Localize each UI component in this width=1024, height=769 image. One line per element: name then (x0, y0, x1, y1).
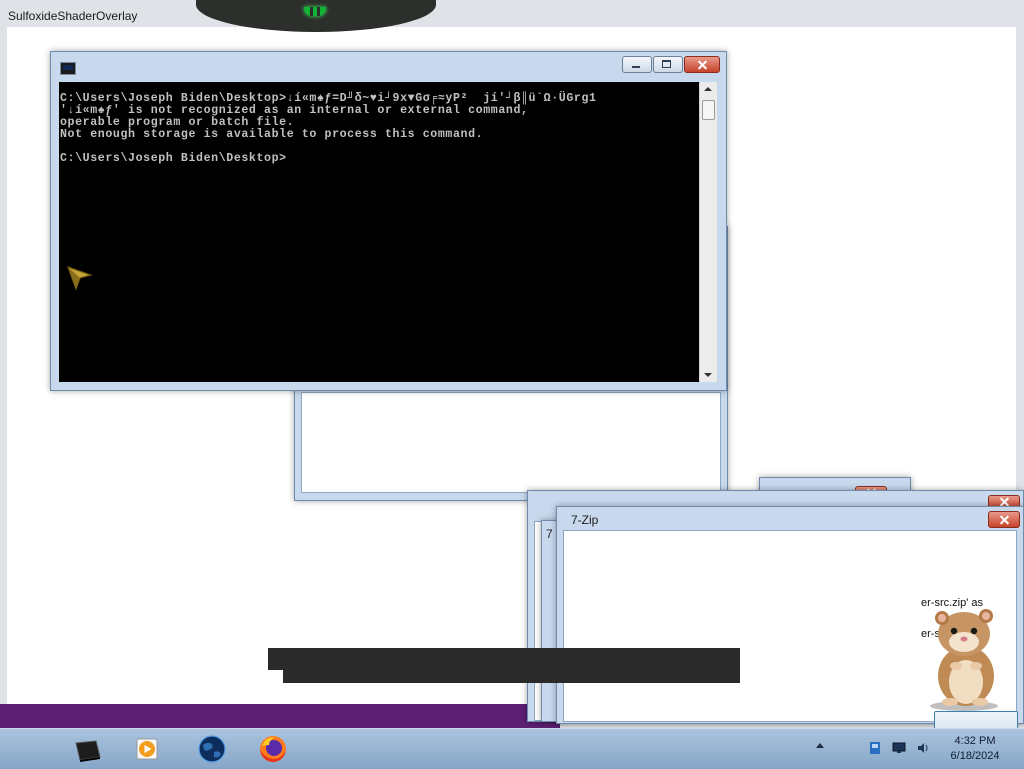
tray-app-icon[interactable] (868, 741, 882, 755)
scroll-down-icon[interactable] (704, 373, 712, 377)
minimize-button[interactable] (622, 56, 652, 73)
console-line: Not enough storage is available to proce… (60, 128, 484, 141)
overlay-title: SulfoxideShaderOverlay (8, 9, 138, 23)
close-button[interactable] (684, 56, 720, 73)
console-prompt: C:\Users\Joseph Biden\Desktop> (60, 152, 287, 165)
maximize-button[interactable] (653, 56, 683, 73)
earth-browser-icon[interactable] (196, 733, 228, 765)
clock-time: 4:32 PM (954, 735, 996, 747)
mouse-cursor-icon (67, 266, 94, 291)
window-title-fragment: 7 (546, 527, 553, 541)
volume-icon[interactable] (916, 741, 930, 755)
console-output[interactable]: C:\Users\Joseph Biden\Desktop>↓í«m♠ƒ=D╜δ… (59, 82, 699, 382)
firefox-icon[interactable] (257, 733, 289, 765)
dialog-title: 7-Zip (571, 513, 599, 527)
black-overlay-bar (283, 668, 740, 683)
black-overlay-bar (268, 648, 740, 670)
cmd-window[interactable]: C:\Users\Joseph Biden\Desktop>↓í«m♠ƒ=D╜δ… (50, 51, 727, 391)
purple-band (0, 704, 560, 728)
clock-date: 6/18/2024 (950, 750, 1000, 762)
close-button[interactable] (988, 511, 1020, 528)
show-hidden-icons-icon[interactable] (816, 743, 824, 748)
system-clock[interactable]: 4:32 PM 6/18/2024 (940, 734, 1010, 764)
notch-indicator-icon (304, 7, 326, 16)
cmd-icon (60, 62, 76, 75)
scroll-up-icon[interactable] (704, 87, 712, 91)
scroll-thumb[interactable] (702, 100, 715, 120)
hamster-mascot-icon (930, 609, 998, 711)
console-text: C:\Users\Joseph Biden\Desktop>↓í«m♠ƒ=D╜δ… (59, 82, 699, 165)
taskbar: 4:32 PM 6/18/2024 (0, 728, 1024, 769)
show-desktop-icon[interactable] (72, 733, 104, 765)
background-window-client (301, 392, 721, 493)
media-player-icon[interactable] (132, 733, 164, 765)
vertical-scrollbar[interactable] (699, 82, 717, 382)
network-icon[interactable] (892, 741, 906, 755)
